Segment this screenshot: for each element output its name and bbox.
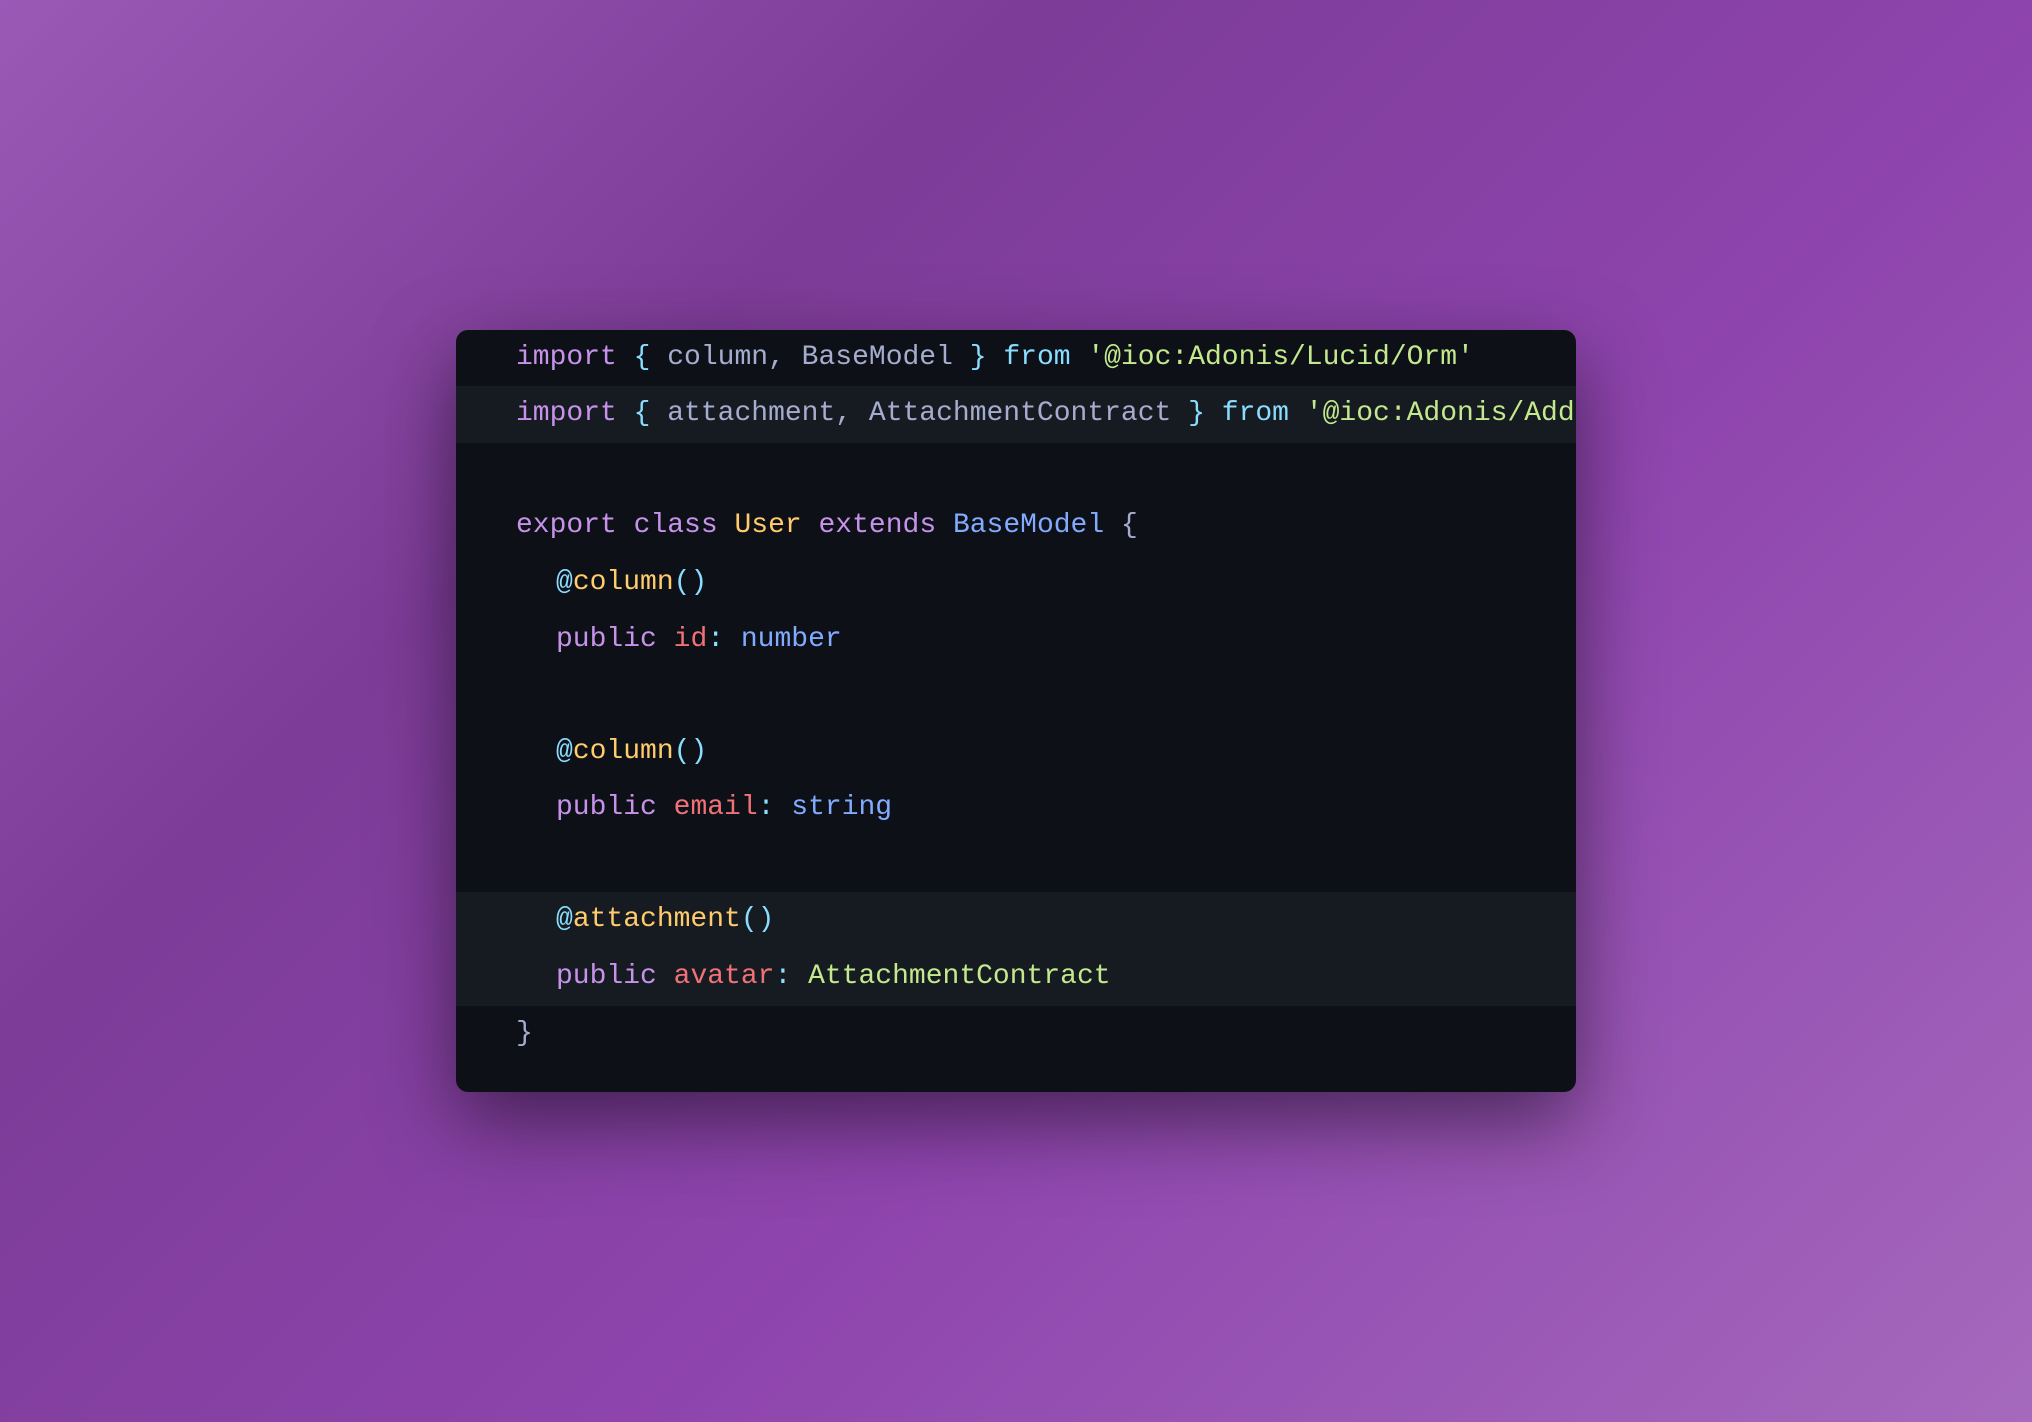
spacer-2 [456, 669, 1576, 724]
decorator-column-2: column [573, 730, 674, 775]
type-attachment-contract: AttachmentContract [808, 955, 1110, 1000]
code-line-5: public id : number [456, 612, 1576, 669]
class-open-brace: { [1121, 504, 1138, 549]
space2 [718, 504, 735, 549]
space [657, 955, 674, 1000]
space2 [1205, 392, 1222, 437]
imports-list: column, BaseModel [650, 336, 969, 381]
space [617, 392, 634, 437]
space3 [802, 504, 819, 549]
brace-open: { [634, 336, 651, 381]
code-body: import { column, BaseModel } from '@ioc:… [456, 330, 1576, 1093]
code-window: import { column, BaseModel } from '@ioc:… [456, 330, 1576, 1093]
decorator-parens-1: () [674, 561, 708, 606]
brace-close-2: } [1188, 392, 1205, 437]
code-line-4: @column() [456, 555, 1576, 612]
at-sign-1: @ [556, 561, 573, 606]
space2 [724, 618, 741, 663]
prop-avatar: avatar [674, 955, 775, 1000]
spacer-1 [456, 443, 1576, 498]
code-line-8: @attachment() [456, 892, 1576, 949]
keyword-class: class [634, 504, 718, 549]
colon-3: : [774, 955, 791, 1000]
prop-id: id [674, 618, 708, 663]
decorator-attachment: attachment [573, 898, 741, 943]
space4 [936, 504, 953, 549]
code-line-3: export class User extends BaseModel { [456, 498, 1576, 555]
code-line-2: import { attachment, AttachmentContract … [456, 386, 1576, 443]
colon-2: : [758, 786, 775, 831]
class-basemodel: BaseModel [953, 504, 1104, 549]
space2 [791, 955, 808, 1000]
code-line-6: @column() [456, 724, 1576, 781]
module-path-1: '@ioc:Adonis/Lucid/Orm' [1087, 336, 1473, 381]
space [657, 618, 674, 663]
code-line-9: public avatar : AttachmentContract [456, 949, 1576, 1006]
decorator-column-1: column [573, 561, 674, 606]
decorator-parens-2: () [674, 730, 708, 775]
decorator-parens-3: () [741, 898, 775, 943]
keyword-public-1: public [556, 618, 657, 663]
type-string: string [791, 786, 892, 831]
keyword-import-2: import [516, 392, 617, 437]
code-line-7: public email : string [456, 780, 1576, 837]
space2 [774, 786, 791, 831]
keyword-public-3: public [556, 955, 657, 1000]
space5 [1104, 504, 1121, 549]
at-sign-2: @ [556, 730, 573, 775]
module-path-2: '@ioc:Adonis/Addons/AttachmentLite' [1306, 392, 1576, 437]
class-user: User [734, 504, 801, 549]
brace-open-2: { [634, 392, 651, 437]
space [617, 336, 634, 381]
type-number: number [741, 618, 842, 663]
colon-1: : [707, 618, 724, 663]
keyword-extends: extends [819, 504, 937, 549]
keyword-import: import [516, 336, 617, 381]
space [617, 504, 634, 549]
imports-list-2: attachment, AttachmentContract [650, 392, 1188, 437]
brace-close: } [970, 336, 987, 381]
at-sign-3: @ [556, 898, 573, 943]
from-keyword-2: from [1222, 392, 1289, 437]
space3 [1071, 336, 1088, 381]
code-line-10: } [456, 1006, 1576, 1093]
code-line-1: import { column, BaseModel } from '@ioc:… [456, 330, 1576, 387]
prop-email: email [674, 786, 758, 831]
space [657, 786, 674, 831]
class-close-brace: } [516, 1012, 533, 1057]
spacer-3 [456, 837, 1576, 892]
keyword-public-2: public [556, 786, 657, 831]
from-keyword: from [1003, 336, 1070, 381]
keyword-export: export [516, 504, 617, 549]
space3 [1289, 392, 1306, 437]
space2 [987, 336, 1004, 381]
